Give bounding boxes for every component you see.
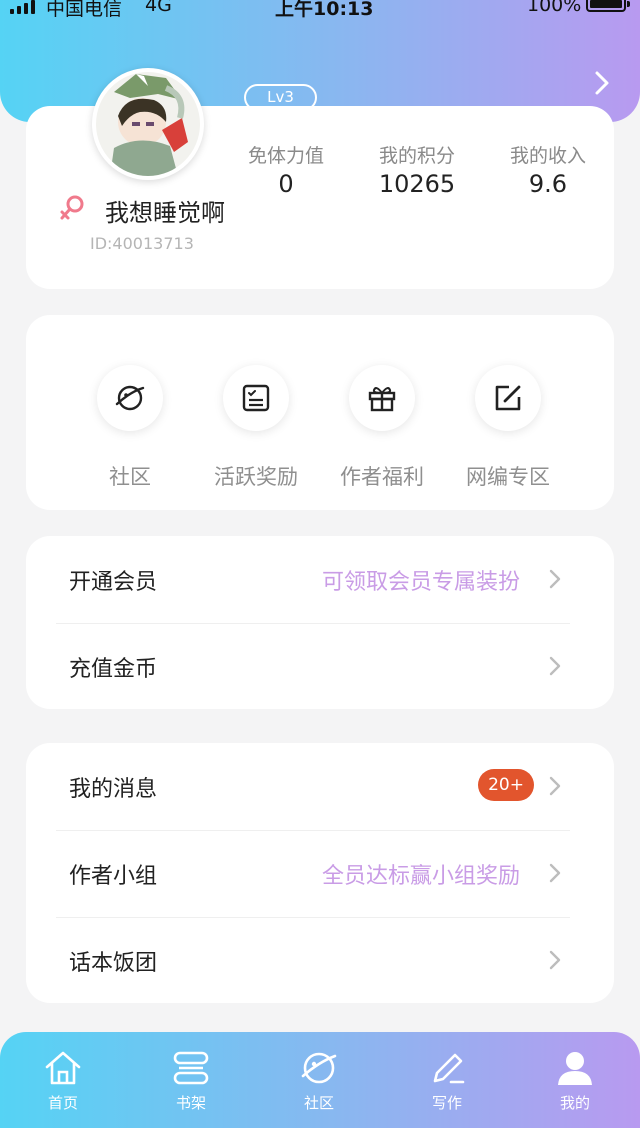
unread-badge: 20+	[478, 769, 534, 801]
stat-label: 免体力值	[247, 145, 324, 167]
stat-value: 9.6	[528, 170, 568, 198]
stat-label: 我的收入	[509, 145, 586, 167]
row-author-group[interactable]: 作者小组 全员达标赢小组奖励	[26, 830, 614, 917]
pencil-icon	[433, 1053, 465, 1084]
stat-label: 我的积分	[378, 145, 455, 167]
row-label: 充值金币	[69, 657, 158, 682]
tab-mine[interactable]: 我的	[530, 1048, 620, 1113]
bookshelf-icon	[173, 1051, 209, 1085]
user-icon	[558, 1052, 592, 1085]
menu-label: 活跃奖励	[214, 465, 298, 489]
menu-label: 作者福利	[340, 465, 424, 489]
row-recharge-coins[interactable]: 充值金币	[26, 623, 614, 710]
chevron-right-icon	[549, 569, 561, 589]
avatar[interactable]	[92, 68, 204, 180]
tab-label: 写作	[431, 1094, 462, 1112]
carrier-label: 中国电信	[46, 0, 123, 20]
status-bar: 中国电信 4G 上午10:13 100%	[0, 0, 640, 20]
menu-item-community[interactable]: 社区	[67, 365, 193, 491]
planet-icon	[301, 1052, 337, 1084]
home-icon	[45, 1051, 81, 1085]
menu-item-author-benefits[interactable]: 作者福利	[319, 365, 445, 491]
list-card-social: 我的消息 20+ 作者小组 全员达标赢小组奖励 话本饭团	[26, 743, 614, 1003]
chevron-right-icon[interactable]	[590, 70, 614, 96]
planet-icon	[115, 385, 145, 411]
battery-icon	[586, 0, 626, 12]
stat-income[interactable]: 我的收入 9.6	[493, 141, 603, 198]
tab-community[interactable]: 社区	[274, 1048, 364, 1113]
row-label: 我的消息	[69, 777, 158, 802]
stat-stamina[interactable]: 免体力值 0	[231, 141, 341, 198]
chevron-right-icon	[549, 863, 561, 883]
tab-label: 社区	[303, 1094, 334, 1112]
stat-value: 0	[278, 170, 294, 198]
menu-label: 社区	[109, 465, 151, 489]
chevron-right-icon	[549, 776, 561, 796]
row-my-messages[interactable]: 我的消息 20+	[26, 743, 614, 830]
row-label: 作者小组	[69, 864, 158, 889]
row-label: 话本饭团	[69, 951, 158, 976]
tab-bookshelf[interactable]: 书架	[146, 1048, 236, 1113]
signal-icon	[10, 0, 35, 14]
avatar-image	[96, 72, 200, 176]
chevron-right-icon	[549, 950, 561, 970]
stat-points[interactable]: 我的积分 10265	[362, 141, 472, 198]
network-label: 4G	[145, 0, 172, 16]
user-id: ID:40013713	[90, 234, 194, 253]
row-hint: 可领取会员专属装扮	[321, 570, 520, 595]
row-label: 开通会员	[69, 570, 158, 595]
tab-label: 书架	[175, 1094, 206, 1112]
tab-write[interactable]: 写作	[402, 1048, 492, 1113]
quick-menu-card: 社区 活跃奖励 作者福利 网编专区	[26, 315, 614, 510]
female-icon	[60, 195, 84, 220]
username: 我想睡觉啊	[105, 199, 225, 227]
tab-label: 我的	[559, 1094, 590, 1112]
gift-icon	[368, 387, 396, 412]
menu-item-editor-zone[interactable]: 网编专区	[445, 365, 571, 491]
tab-home[interactable]: 首页	[18, 1048, 108, 1113]
stat-value: 10265	[378, 170, 456, 198]
row-hint: 全员达标赢小组奖励	[321, 864, 520, 889]
row-huaben-fantuan[interactable]: 话本饭团	[26, 917, 614, 1004]
chevron-right-icon	[549, 656, 561, 676]
edit-icon	[495, 385, 521, 411]
tab-label: 首页	[47, 1094, 78, 1112]
level-badge: Lv3	[244, 84, 317, 111]
clock: 上午10:13	[275, 0, 374, 20]
row-open-membership[interactable]: 开通会员 可领取会员专属装扮	[26, 536, 614, 623]
checklist-icon	[242, 384, 270, 412]
menu-item-activity-rewards[interactable]: 活跃奖励	[193, 365, 319, 491]
battery-percent: 100%	[527, 0, 582, 16]
bottom-tab-bar: 首页 书架 社区 写作 我的	[0, 1032, 640, 1128]
menu-label: 网编专区	[466, 465, 550, 489]
list-card-membership: 开通会员 可领取会员专属装扮 充值金币	[26, 536, 614, 709]
